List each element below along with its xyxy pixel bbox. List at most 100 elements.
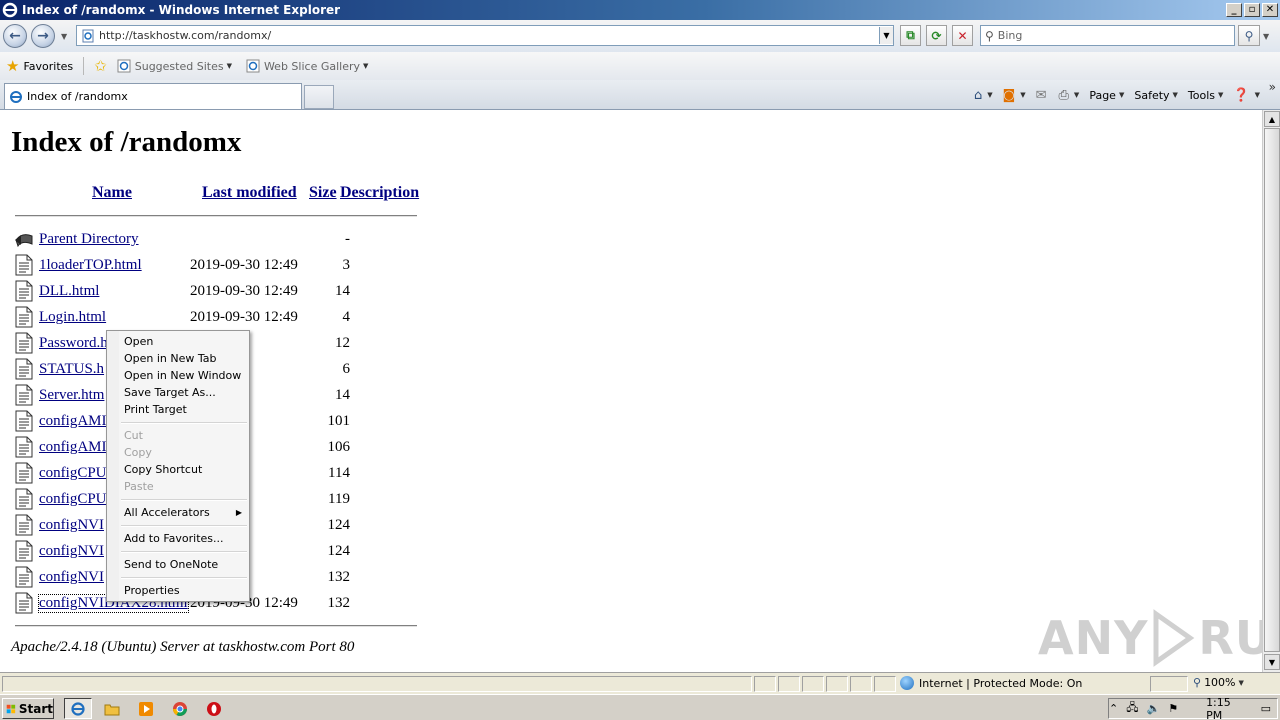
ie-tab-icon — [10, 90, 22, 103]
file-link[interactable]: 1loaderTOP.html — [39, 257, 142, 274]
menu-item-label: Save Target As... — [124, 386, 216, 399]
taskbar-media-player-button[interactable] — [132, 698, 160, 719]
file-link[interactable]: configCPU — [39, 491, 107, 508]
minimize-button[interactable]: _ — [1226, 3, 1242, 17]
protected-mode-cell[interactable] — [1150, 676, 1188, 692]
show-desktop-icon[interactable]: ▭ — [1261, 702, 1271, 715]
page-title: Index of /randomx — [11, 126, 242, 158]
file-link[interactable]: configAMI — [39, 413, 107, 430]
safety-menu-button[interactable]: Safety ▼ — [1134, 89, 1178, 102]
taskbar-opera-button[interactable] — [200, 698, 228, 719]
menu-item-all-accelerators[interactable]: All Accelerators ▶ — [124, 504, 248, 521]
file-link[interactable]: Password.h — [39, 335, 108, 352]
forward-button[interactable]: → — [31, 24, 55, 48]
page-menu-button[interactable]: Page ▼ — [1089, 89, 1124, 102]
column-header-size[interactable]: Size — [309, 184, 337, 202]
search-options-dropdown-icon[interactable]: ▼ — [1263, 32, 1269, 41]
menu-item-open-in-new-tab[interactable]: Open in New Tab — [124, 350, 248, 367]
url-text[interactable]: http://taskhostw.com/randomx/ — [99, 29, 879, 42]
web-slice-gallery-button[interactable]: Web Slice Gallery ▼ — [246, 59, 368, 73]
volume-icon[interactable]: 🔈 — [1146, 702, 1160, 715]
clock[interactable]: 1:15 PM — [1206, 696, 1233, 720]
start-button[interactable]: Start — [2, 698, 54, 719]
stop-button[interactable]: ✕ — [952, 25, 973, 46]
table-row: 1loaderTOP.html 2019-09-30 12:49 3 — [14, 254, 434, 276]
scroll-thumb[interactable] — [1264, 128, 1280, 652]
menu-item-open[interactable]: Open — [124, 333, 248, 350]
home-button[interactable]: ⌂ ▼ — [974, 88, 993, 103]
menu-item-copy-shortcut[interactable]: Copy Shortcut — [124, 461, 248, 478]
size-cell: 124 — [327, 517, 351, 533]
tools-menu-button[interactable]: Tools ▼ — [1188, 89, 1224, 102]
history-dropdown-icon[interactable]: ▼ — [61, 32, 67, 41]
show-hidden-icons-icon[interactable]: ⌃ — [1109, 702, 1118, 715]
read-mail-button[interactable]: ✉ — [1036, 88, 1049, 103]
zoom-control[interactable]: ⚲ 100% ▼ — [1193, 676, 1244, 689]
title-bar: Index of /randomx - Windows Internet Exp… — [0, 0, 1280, 20]
taskbar-chrome-button[interactable] — [166, 698, 194, 719]
address-field[interactable]: http://taskhostw.com/randomx/ ▼ — [76, 25, 894, 46]
file-link[interactable]: Parent Directory — [39, 231, 139, 248]
search-go-button[interactable]: ⚲ — [1238, 25, 1260, 46]
add-to-favorites-bar-button[interactable]: ✩ — [94, 57, 111, 75]
feeds-button[interactable]: ◙ ▼ — [1003, 88, 1026, 103]
stop-icon: ✕ — [957, 28, 968, 43]
search-placeholder: Bing — [997, 29, 1023, 42]
compatibility-view-button[interactable]: ⧉ — [900, 25, 921, 46]
file-link[interactable]: configCPU — [39, 465, 107, 482]
taskbar-ie-button[interactable] — [64, 698, 92, 719]
table-row: DLL.html 2019-09-30 12:49 14 — [14, 280, 434, 302]
menu-item-label: All Accelerators — [124, 506, 210, 519]
more-commands-icon[interactable]: » — [1269, 80, 1276, 94]
scroll-down-button[interactable]: ▼ — [1264, 654, 1280, 670]
chevron-down-icon: ▼ — [226, 62, 232, 70]
back-button[interactable]: ← — [3, 24, 27, 48]
refresh-button[interactable]: ⟳ — [926, 25, 947, 46]
new-tab-button[interactable] — [304, 85, 334, 109]
home-icon: ⌂ — [973, 87, 983, 103]
menu-item-add-to-favorites[interactable]: Add to Favorites... — [124, 530, 248, 547]
favorites-button[interactable]: ★ Favorites — [6, 57, 73, 75]
close-button[interactable]: ✕ — [1262, 3, 1278, 17]
tab-index-randomx[interactable]: Index of /randomx — [4, 83, 302, 109]
file-link[interactable]: configNVI — [39, 543, 104, 560]
file-link[interactable]: configAMI — [39, 439, 107, 456]
search-input[interactable]: ⚲ Bing — [980, 25, 1235, 46]
file-link[interactable]: DLL.html — [39, 283, 99, 300]
menu-item-label: Open in New Window — [124, 369, 242, 382]
security-zone[interactable]: Internet | Protected Mode: On — [900, 676, 1082, 690]
menu-item-save-target-as[interactable]: Save Target As... — [124, 384, 248, 401]
vertical-scrollbar[interactable]: ▲ ▼ — [1262, 110, 1280, 672]
scroll-up-button[interactable]: ▲ — [1264, 111, 1280, 127]
chevron-down-icon: ▼ — [1118, 91, 1125, 99]
address-dropdown-icon[interactable]: ▼ — [879, 27, 893, 44]
menu-item-open-in-new-window[interactable]: Open in New Window — [124, 367, 248, 384]
file-link[interactable]: Login.html — [39, 309, 106, 326]
status-text-cell — [2, 676, 752, 692]
column-header-name[interactable]: Name — [92, 184, 132, 202]
menu-item-print-target[interactable]: Print Target — [124, 401, 248, 418]
last-modified-cell: 2019-09-30 12:49 — [190, 283, 298, 299]
file-link[interactable]: configNVI — [39, 517, 104, 534]
network-icon[interactable]: 🖧 — [1126, 699, 1138, 718]
context-menu: Open Open in New Tab Open in New Window Sav… — [106, 330, 250, 602]
column-header-description[interactable]: Description — [340, 184, 419, 202]
menu-item-paste: Paste — [124, 478, 248, 495]
restore-button[interactable]: ▫ — [1244, 3, 1260, 17]
file-icon — [15, 540, 33, 562]
suggested-sites-button[interactable]: Suggested Sites ▼ — [117, 59, 232, 73]
taskbar-explorer-button[interactable] — [98, 698, 126, 719]
file-link[interactable]: STATUS.h — [39, 361, 104, 378]
file-link[interactable]: Server.htm — [39, 387, 104, 404]
watermark-right-text: RUN — [1198, 611, 1262, 665]
action-center-flag-icon[interactable]: ⚑ — [1168, 702, 1178, 715]
refresh-icon: ⟳ — [931, 28, 942, 43]
column-header-last-modified[interactable]: Last modified — [202, 184, 297, 202]
print-button[interactable]: ⎙ ▼ — [1059, 88, 1080, 103]
file-link[interactable]: configNVI — [39, 569, 104, 586]
menu-item-send-to-onenote[interactable]: Send to OneNote — [124, 556, 248, 573]
chevron-down-icon: ▼ — [1254, 91, 1260, 99]
help-button[interactable]: ❓ ▼ — [1233, 88, 1260, 103]
menu-item-properties[interactable]: Properties — [124, 582, 248, 599]
internet-explorer-icon — [71, 701, 85, 716]
